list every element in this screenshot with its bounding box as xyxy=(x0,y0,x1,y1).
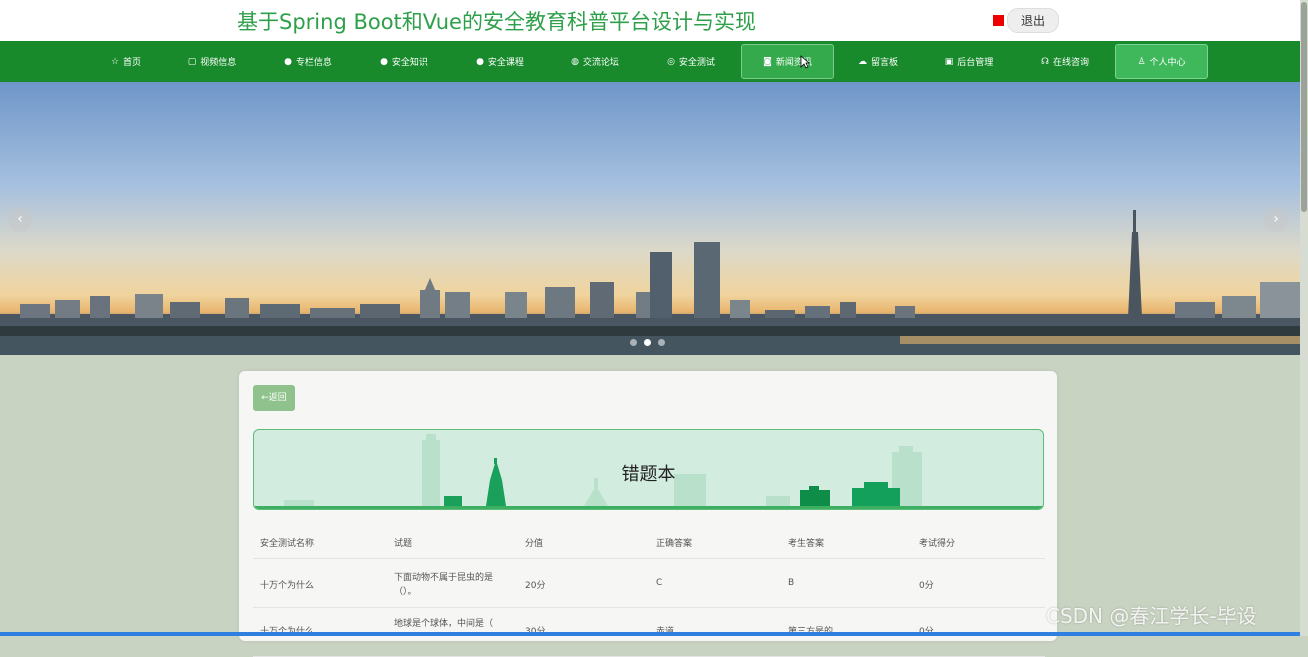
column-header-correct-answer: 正确答案 xyxy=(656,539,693,549)
nav-item-forum[interactable]: ◍ 交流论坛 xyxy=(559,41,631,82)
info-icon: ● xyxy=(284,56,292,67)
cell-exam-score: 0分 xyxy=(919,581,934,591)
user-icon: ♙ xyxy=(1137,56,1146,67)
nav-label: 留言板 xyxy=(870,58,898,68)
nav-item-knowledge[interactable]: ● 安全知识 xyxy=(368,41,440,82)
cell-test-name: 十万个为什么 xyxy=(260,581,315,591)
page-title-banner: 错题本 xyxy=(253,429,1044,510)
carousel-indicators xyxy=(630,339,665,346)
top-header: 基于Spring Boot和Vue的安全教育科普平台设计与实现 退出 xyxy=(0,0,1300,41)
cell-correct-answer: C xyxy=(656,578,663,588)
nav-item-test[interactable]: ◎ 安全测试 xyxy=(654,41,728,82)
column-header-score-value: 分值 xyxy=(525,539,544,549)
nav-item-course[interactable]: ● 安全课程 xyxy=(464,41,536,82)
nav-label: 交流论坛 xyxy=(582,58,619,68)
star-icon: ☆ xyxy=(110,56,120,67)
city-skyline-image xyxy=(0,210,1300,355)
column-header-question: 试题 xyxy=(394,539,413,549)
nav-item-messages[interactable]: ☁ 留言板 xyxy=(846,41,910,82)
nav-label: 视频信息 xyxy=(200,58,237,68)
nav-item-video[interactable]: ▢ 视频信息 xyxy=(176,41,248,82)
page-scrollbar-thumb[interactable] xyxy=(1301,2,1307,212)
cell-student-answer: B xyxy=(788,578,795,588)
back-button[interactable]: ←返回 xyxy=(253,385,295,411)
compass-icon: ◎ xyxy=(667,56,675,67)
column-header-test-name: 安全测试名称 xyxy=(260,539,315,549)
question-icon: ● xyxy=(380,56,388,67)
nav-item-column[interactable]: ● 专栏信息 xyxy=(272,41,344,82)
column-header-exam-score: 考试得分 xyxy=(919,539,956,549)
user-avatar-icon xyxy=(993,15,1004,26)
nav-item-home[interactable]: ☆ 首页 xyxy=(96,41,156,82)
video-icon: ▢ xyxy=(187,56,197,67)
nav-label: 个人中心 xyxy=(1149,58,1186,68)
carousel-dot-active[interactable] xyxy=(644,339,651,346)
camera-icon: ◙ xyxy=(763,56,772,67)
headset-icon: ☊ xyxy=(1040,56,1049,67)
mistakes-table: 安全测试名称 试题 分值 正确答案 考生答案 考试得分 十万个为什么 下面动物不… xyxy=(253,523,1045,657)
carousel-dot[interactable] xyxy=(658,339,665,346)
cell-question: 下面动物不属于昆虫的是（）。 xyxy=(394,573,494,597)
table-row: 十万个为什么 下面动物不属于昆虫的是（）。 20分 C B 0分 xyxy=(253,559,1045,608)
nav-label: 专栏信息 xyxy=(295,58,332,68)
carousel-prev-button[interactable]: ‹ xyxy=(8,208,32,232)
page-title: 错题本 xyxy=(621,464,676,485)
nav-label: 安全课程 xyxy=(487,58,524,68)
globe-icon: ◍ xyxy=(571,56,579,67)
nav-label: 安全测试 xyxy=(678,58,715,68)
logout-button[interactable]: 退出 xyxy=(1007,8,1060,33)
cell-score-value: 20分 xyxy=(525,581,546,591)
carousel-dot[interactable] xyxy=(630,339,637,346)
nav-label: 在线咨询 xyxy=(1052,58,1089,68)
nav-item-admin[interactable]: ▣ 后台管理 xyxy=(932,41,1006,82)
hero-carousel: ‹ › xyxy=(0,82,1300,355)
carousel-next-button[interactable]: › xyxy=(1264,208,1288,232)
main-nav: ☆ 首页 ▢ 视频信息 ● 专栏信息 ● 安全知识 ● 安全课程 ◍ 交流论坛 ◎ 安全测试 … xyxy=(0,41,1300,82)
nav-item-personal[interactable]: ♙ 个人中心 xyxy=(1115,44,1208,79)
nav-label: 安全知识 xyxy=(391,58,428,68)
logout-area: 退出 xyxy=(993,8,1060,33)
cell-question: 地球是个球体，中间是（ xyxy=(394,619,494,629)
info-icon: ● xyxy=(476,56,484,67)
nav-label: 首页 xyxy=(123,58,142,68)
column-header-student-answer: 考生答案 xyxy=(788,539,825,549)
nav-label: 后台管理 xyxy=(957,58,994,68)
nav-item-consult[interactable]: ☊ 在线咨询 xyxy=(1028,41,1102,82)
site-title: 基于Spring Boot和Vue的安全教育科普平台设计与实现 xyxy=(237,10,756,34)
page-load-progress-bar xyxy=(0,632,1300,636)
cloud-icon: ☁ xyxy=(857,56,867,67)
clipboard-icon: ▣ xyxy=(944,56,954,67)
nav-item-news[interactable]: ◙ 新闻资讯 xyxy=(741,44,834,79)
watermark-text: CSDN @春江学长-毕设 xyxy=(1046,604,1257,628)
mistakes-panel: ←返回 错题本 安全测试名称 试题 分值 正确答案 考生答案 考试得分 十万个为… xyxy=(239,371,1057,657)
mouse-cursor-icon xyxy=(800,55,810,69)
table-header-row: 安全测试名称 试题 分值 正确答案 考生答案 考试得分 xyxy=(253,523,1045,559)
